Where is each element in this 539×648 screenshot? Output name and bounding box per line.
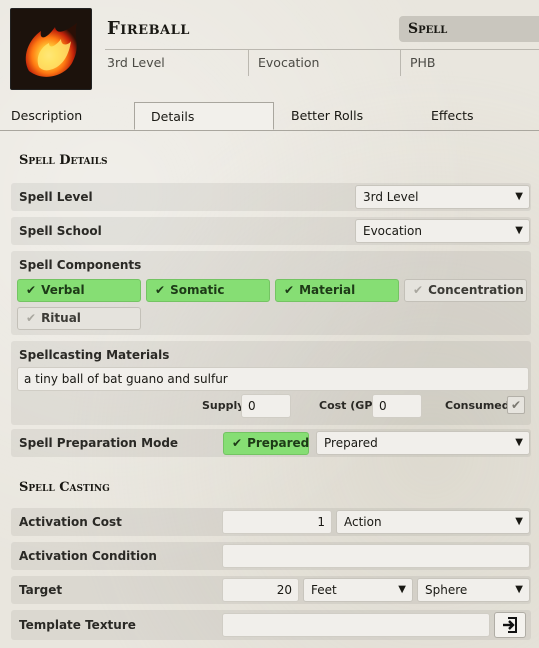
chevron-down-icon: ▼	[398, 584, 406, 595]
spell-school-row: Spell School Evocation ▼	[11, 217, 531, 245]
spell-name[interactable]: Fireball	[107, 18, 190, 39]
fireball-flame-icon	[11, 9, 91, 89]
chevron-down-icon: ▼	[515, 191, 523, 202]
tab-details[interactable]: Details	[134, 102, 274, 130]
item-sheet-header: Fireball Spell 3rd Level Evocation PHB	[0, 0, 539, 100]
component-verbal-toggle[interactable]: ✔ Verbal	[17, 279, 141, 302]
activation-condition-input[interactable]	[222, 544, 530, 568]
tab-better-rolls[interactable]: Better Rolls	[291, 102, 363, 130]
template-texture-input[interactable]	[222, 613, 490, 637]
target-value-input[interactable]: 20	[222, 578, 299, 602]
tab-effects[interactable]: Effects	[431, 102, 474, 130]
spell-portrait[interactable]	[10, 8, 92, 90]
spellcasting-materials-row: Spellcasting Materials a tiny ball of ba…	[11, 341, 531, 425]
spell-school-summary: Evocation	[248, 50, 398, 76]
chevron-down-icon: ▼	[515, 225, 523, 236]
file-import-icon	[503, 617, 517, 633]
spell-level-select[interactable]: 3rd Level ▼	[355, 185, 530, 209]
tab-description[interactable]: Description	[11, 102, 82, 130]
target-type-value: Sphere	[425, 583, 468, 597]
cost-input[interactable]: 0	[372, 394, 422, 418]
spell-level-row: Spell Level 3rd Level ▼	[11, 183, 531, 211]
activation-condition-label: Activation Condition	[19, 549, 157, 563]
target-label: Target	[19, 583, 63, 597]
materials-input[interactable]: a tiny ball of bat guano and sulfur	[17, 367, 529, 391]
spell-source[interactable]: PHB	[400, 50, 539, 76]
preparation-mode-label: Spell Preparation Mode	[19, 436, 179, 450]
check-icon: ✔	[26, 311, 37, 325]
chevron-down-icon: ▼	[515, 437, 523, 448]
consumed-label: Consumed	[445, 399, 510, 412]
spell-details-heading: Spell Details	[19, 153, 108, 168]
target-row: Target 20 Feet ▼ Sphere ▼	[11, 576, 531, 604]
item-type-badge: Spell	[399, 16, 539, 42]
component-concentration-toggle[interactable]: ✔ Concentration	[404, 279, 527, 302]
target-type-select[interactable]: Sphere ▼	[417, 578, 530, 602]
check-icon: ✔	[155, 283, 166, 297]
supply-label: Supply	[202, 399, 245, 412]
template-texture-label: Template Texture	[19, 618, 136, 632]
chevron-down-icon: ▼	[515, 584, 523, 595]
spell-school-select[interactable]: Evocation ▼	[355, 219, 530, 243]
spell-level-value: 3rd Level	[363, 190, 419, 204]
check-icon: ✔	[510, 398, 522, 412]
preparation-mode-select[interactable]: Prepared ▼	[316, 431, 530, 455]
check-icon: ✔	[26, 283, 37, 297]
template-texture-row: Template Texture	[11, 610, 531, 640]
activation-condition-row: Activation Condition	[11, 542, 531, 570]
chevron-down-icon: ▼	[515, 516, 523, 527]
target-units-select[interactable]: Feet ▼	[303, 578, 413, 602]
consumed-checkbox[interactable]: ✔	[507, 396, 525, 414]
target-units-value: Feet	[311, 583, 337, 597]
component-ritual-toggle[interactable]: ✔ Ritual	[17, 307, 141, 330]
spell-components-label: Spell Components	[19, 258, 142, 272]
component-material-toggle[interactable]: ✔ Material	[275, 279, 399, 302]
supply-input[interactable]: 0	[241, 394, 291, 418]
activation-cost-label: Activation Cost	[19, 515, 122, 529]
spell-level-label: Spell Level	[19, 190, 93, 204]
spell-level-summary: 3rd Level	[107, 55, 165, 70]
check-icon: ✔	[232, 436, 243, 450]
component-somatic-toggle[interactable]: ✔ Somatic	[146, 279, 270, 302]
activation-type-value: Action	[344, 515, 382, 529]
spell-casting-heading: Spell Casting	[19, 480, 110, 495]
check-icon: ✔	[413, 283, 424, 297]
activation-cost-row: Activation Cost 1 Action ▼	[11, 508, 531, 536]
spellcasting-materials-label: Spellcasting Materials	[19, 348, 170, 362]
spell-school-value: Evocation	[363, 224, 422, 238]
preparation-mode-value: Prepared	[324, 436, 378, 450]
prepared-toggle[interactable]: ✔ Prepared	[223, 432, 309, 455]
activation-cost-input[interactable]: 1	[222, 510, 332, 534]
activation-type-select[interactable]: Action ▼	[336, 510, 530, 534]
preparation-mode-row: Spell Preparation Mode ✔ Prepared Prepare…	[11, 429, 531, 457]
cost-label: Cost (GP)	[319, 399, 378, 412]
sheet-tabs: Description Details Better Rolls Effects	[0, 102, 539, 131]
spell-components-row: Spell Components ✔ Verbal ✔ Somatic ✔ Mater…	[11, 251, 531, 335]
file-picker-button[interactable]	[494, 612, 526, 638]
check-icon: ✔	[284, 283, 295, 297]
spell-school-label: Spell School	[19, 224, 102, 238]
